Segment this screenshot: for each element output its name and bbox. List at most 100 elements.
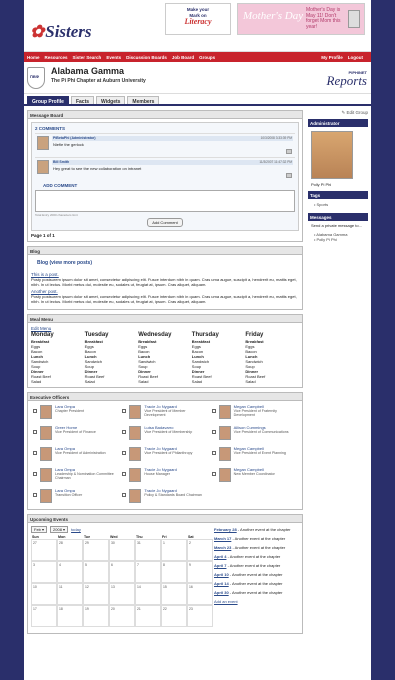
add-comment-link[interactable]: ADD COMMENT xyxy=(43,183,295,188)
calendar-day[interactable]: 16 xyxy=(187,583,213,605)
event-item[interactable]: April 14 - Another event at the chapter xyxy=(214,581,302,586)
calendar-day[interactable]: 6 xyxy=(109,561,135,583)
calendar-day[interactable]: 18 xyxy=(57,605,83,627)
nav-item[interactable]: Job Board xyxy=(172,55,194,60)
event-date-link[interactable]: April 7 xyxy=(214,563,226,568)
officer-checkbox[interactable] xyxy=(122,451,127,455)
calendar-day[interactable]: 23 xyxy=(187,605,213,627)
tab-facts[interactable]: Facts xyxy=(70,96,95,105)
mothers-day-ad[interactable]: Mother's Day Mother's Day is May 11! Don… xyxy=(237,3,365,35)
calendar-day[interactable]: 9 xyxy=(187,561,213,583)
officer-checkbox[interactable] xyxy=(33,409,37,413)
tab-members[interactable]: Members xyxy=(127,96,160,105)
calendar-day[interactable]: 27 xyxy=(31,539,57,561)
calendar-day[interactable]: 17 xyxy=(31,605,57,627)
calendar-day[interactable]: 10 xyxy=(31,583,57,605)
calendar-day[interactable]: 2 xyxy=(187,539,213,561)
officer-checkbox[interactable] xyxy=(211,472,216,476)
comment-avatar[interactable] xyxy=(37,160,49,174)
officer-avatar[interactable] xyxy=(129,426,142,440)
officer-avatar[interactable] xyxy=(40,489,52,503)
calendar-day[interactable]: 31 xyxy=(135,539,161,561)
calendar-day[interactable]: 21 xyxy=(135,605,161,627)
event-item[interactable]: March 17 - Another event at the chapter xyxy=(214,536,302,541)
nav-item[interactable]: Resources xyxy=(45,55,68,60)
officer-avatar[interactable] xyxy=(218,468,231,482)
month-select[interactable]: Feb ▾ xyxy=(31,526,48,533)
event-item[interactable]: April 10 - Another event at the chapter xyxy=(214,572,302,577)
today-link[interactable]: today xyxy=(71,527,81,532)
officer-checkbox[interactable] xyxy=(33,472,37,476)
officer-checkbox[interactable] xyxy=(33,430,37,434)
officer-avatar[interactable] xyxy=(40,447,52,461)
event-date-link[interactable]: April 4 xyxy=(214,554,226,559)
calendar-day[interactable]: 1 xyxy=(161,539,187,561)
nav-item[interactable]: Groups xyxy=(199,55,215,60)
officer-checkbox[interactable] xyxy=(33,451,37,455)
edit-menu-link[interactable]: Edit Menu xyxy=(31,326,299,331)
event-date-link[interactable]: April 30 xyxy=(214,590,229,595)
officer-checkbox[interactable] xyxy=(122,430,127,434)
calendar-day[interactable]: 7 xyxy=(135,561,161,583)
event-date-link[interactable]: March 23 xyxy=(214,545,231,550)
blog-title-link[interactable]: Blog (view more posts) xyxy=(37,260,299,266)
nav-item-right[interactable]: Logout xyxy=(348,55,363,60)
calendar-day[interactable]: 28 xyxy=(57,539,83,561)
calendar-day[interactable]: 15 xyxy=(161,583,187,605)
officer-avatar[interactable] xyxy=(129,405,142,419)
event-date-link[interactable]: February 28 xyxy=(214,527,237,532)
literacy-ad[interactable]: Make your Mark on Literacy xyxy=(165,3,231,35)
add-event-link[interactable]: Add an event xyxy=(214,599,302,604)
nav-item[interactable]: Home xyxy=(27,55,40,60)
admin-name[interactable]: Polly Pi Phi xyxy=(308,182,368,187)
officer-avatar[interactable] xyxy=(218,426,231,440)
officer-avatar[interactable] xyxy=(129,468,142,482)
event-date-link[interactable]: March 17 xyxy=(214,536,231,541)
officer-avatar[interactable] xyxy=(40,405,52,419)
nav-item-right[interactable]: My Profile xyxy=(321,55,343,60)
tab-widgets[interactable]: Widgets xyxy=(96,96,126,105)
calendar-day[interactable]: 19 xyxy=(83,605,109,627)
tab-group-profile[interactable]: Group Profile xyxy=(27,96,69,105)
site-logo[interactable]: ✿Sisters xyxy=(30,22,92,42)
edit-group-link[interactable]: ✎ Edit Group xyxy=(308,110,368,116)
event-item[interactable]: April 7 - Another event at the chapter xyxy=(214,563,302,568)
comment-edit-icon[interactable] xyxy=(286,149,292,154)
event-date-link[interactable]: April 10 xyxy=(214,572,229,577)
comment-textarea[interactable] xyxy=(35,190,295,212)
officer-checkbox[interactable] xyxy=(122,409,127,413)
officer-avatar[interactable] xyxy=(218,447,231,461)
event-item[interactable]: February 28 - Another event at the chapt… xyxy=(214,527,302,532)
year-select[interactable]: 2008 ▾ xyxy=(50,526,69,533)
reports-logo[interactable]: PIPHINET Reports xyxy=(327,70,367,87)
calendar-day[interactable]: 30 xyxy=(109,539,135,561)
officer-avatar[interactable] xyxy=(218,405,231,419)
officer-avatar[interactable] xyxy=(129,447,142,461)
calendar-day[interactable]: 20 xyxy=(109,605,135,627)
officer-avatar[interactable] xyxy=(129,489,142,503)
calendar-day[interactable]: 11 xyxy=(57,583,83,605)
comment-avatar[interactable] xyxy=(37,136,49,150)
officer-checkbox[interactable] xyxy=(211,409,216,413)
calendar-day[interactable]: 13 xyxy=(109,583,135,605)
admin-photo[interactable] xyxy=(311,131,353,179)
officer-checkbox[interactable] xyxy=(122,472,127,476)
comment-author[interactable]: PiBetaPhi (Administrator) xyxy=(52,136,293,141)
event-item[interactable]: April 30 - Another event at the chapter xyxy=(214,590,302,595)
calendar-day[interactable]: 12 xyxy=(83,583,109,605)
tag-item[interactable]: • Sports xyxy=(314,202,368,208)
officer-avatar[interactable] xyxy=(40,468,52,482)
calendar-day[interactable]: 3 xyxy=(31,561,57,583)
officer-checkbox[interactable] xyxy=(211,430,216,434)
calendar-day[interactable]: 14 xyxy=(135,583,161,605)
nav-item[interactable]: Events xyxy=(106,55,121,60)
comment-author[interactable]: Bill Smith xyxy=(52,160,293,165)
calendar-day[interactable]: 22 xyxy=(161,605,187,627)
event-item[interactable]: March 23 - Another event at the chapter xyxy=(214,545,302,550)
comment-edit-icon[interactable] xyxy=(286,173,292,178)
calendar-day[interactable]: 4 xyxy=(57,561,83,583)
officer-avatar[interactable] xyxy=(40,426,52,440)
officer-checkbox[interactable] xyxy=(211,451,216,455)
calendar-day[interactable]: 5 xyxy=(83,561,109,583)
calendar-day[interactable]: 29 xyxy=(83,539,109,561)
